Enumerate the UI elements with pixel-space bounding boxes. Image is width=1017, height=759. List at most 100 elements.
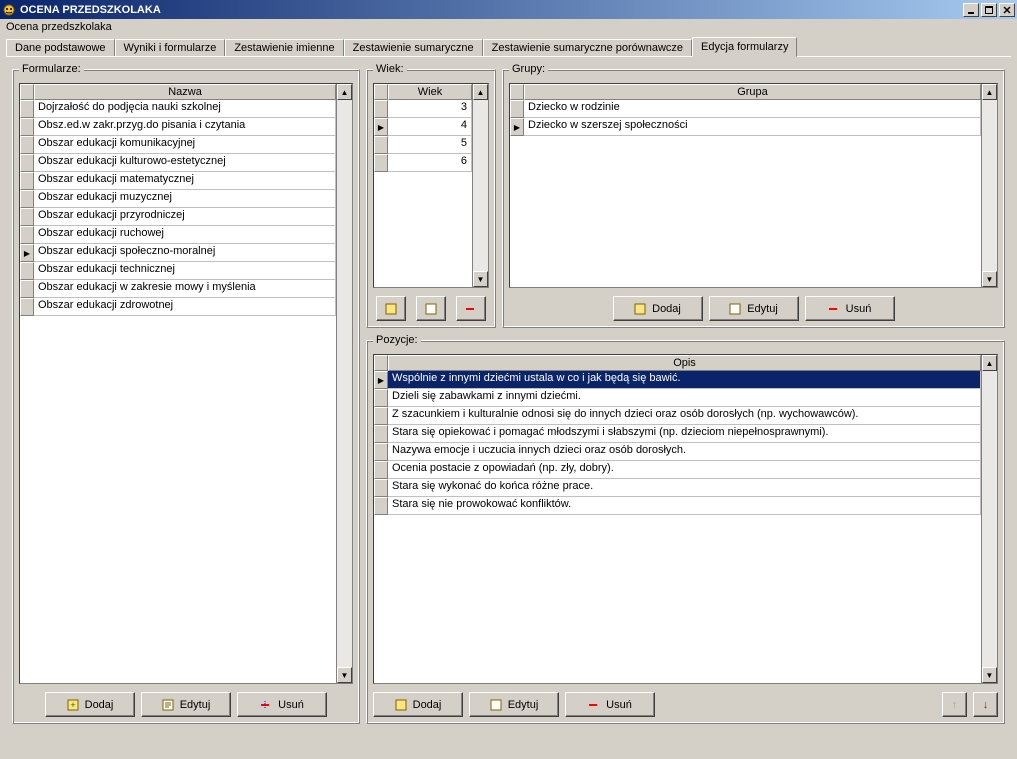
- scrollbar-pozycje[interactable]: ▲ ▼: [981, 355, 997, 683]
- table-row[interactable]: Stara się wykonać do końca różne prace.: [374, 479, 981, 497]
- cell: Obszar edukacji technicznej: [34, 262, 336, 280]
- add-icon: +: [67, 699, 79, 711]
- row-indicator: [20, 100, 34, 118]
- arrow-up-icon: ↑: [952, 699, 958, 711]
- dodaj-button[interactable]: [376, 296, 406, 321]
- panel-formularze: Formularze: Nazwa Dojrzałość do podjęcia…: [12, 63, 360, 724]
- table-row[interactable]: Stara się nie prowokować konfliktów.: [374, 497, 981, 515]
- cell: Obszar edukacji muzycznej: [34, 190, 336, 208]
- table-row[interactable]: Obszar edukacji komunikacyjnej: [20, 136, 336, 154]
- move-down-button[interactable]: ↓: [973, 692, 998, 717]
- cell: Obszar edukacji komunikacyjnej: [34, 136, 336, 154]
- cell: Stara się wykonać do końca różne prace.: [388, 479, 981, 497]
- panel-grupy-legend: Grupy:: [509, 63, 548, 75]
- scroll-down-button[interactable]: ▼: [982, 271, 997, 287]
- table-row[interactable]: Obszar edukacji w zakresie mowy i myślen…: [20, 280, 336, 298]
- usun-button[interactable]: [456, 296, 486, 321]
- cell: Nazywa emocje i uczucia innych dzieci or…: [388, 443, 981, 461]
- scroll-down-button[interactable]: ▼: [473, 271, 488, 287]
- grid-formularze[interactable]: Nazwa Dojrzałość do podjęcia nauki szkol…: [19, 83, 353, 684]
- scrollbar-formularze[interactable]: ▲ ▼: [336, 84, 352, 683]
- scroll-up-button[interactable]: ▲: [337, 84, 352, 100]
- row-indicator: [374, 371, 388, 389]
- edytuj-button[interactable]: Edytuj: [469, 692, 559, 717]
- table-row[interactable]: Wspólnie z innymi dziećmi ustala w co i …: [374, 371, 981, 389]
- scrollbar-grupy[interactable]: ▲ ▼: [981, 84, 997, 287]
- dodaj-button[interactable]: +Dodaj: [45, 692, 135, 717]
- table-row[interactable]: 4: [374, 118, 472, 136]
- row-indicator: [374, 497, 388, 515]
- minimize-button[interactable]: [963, 3, 979, 17]
- table-row[interactable]: Dzieli się zabawkami z innymi dziećmi.: [374, 389, 981, 407]
- table-row[interactable]: Dziecko w rodzinie: [510, 100, 981, 118]
- move-up-button[interactable]: ↑: [942, 692, 967, 717]
- column-header-grupa[interactable]: Grupa: [524, 84, 981, 100]
- row-indicator: [374, 461, 388, 479]
- column-header-nazwa[interactable]: Nazwa: [34, 84, 336, 100]
- cell: Dziecko w rodzinie: [524, 100, 981, 118]
- column-header-opis[interactable]: Opis: [388, 355, 981, 371]
- delete-icon: [828, 303, 840, 315]
- cell: Wspólnie z innymi dziećmi ustala w co i …: [388, 371, 981, 389]
- tab-zestawienie-sumaryczne-porownawcze[interactable]: Zestawienie sumaryczne porównawcze: [483, 39, 692, 56]
- table-row[interactable]: Obszar edukacji matematycznej: [20, 172, 336, 190]
- dodaj-button[interactable]: Dodaj: [613, 296, 703, 321]
- table-row[interactable]: Obszar edukacji kulturowo-estetycznej: [20, 154, 336, 172]
- app-icon: [2, 3, 16, 17]
- cell: Dzieli się zabawkami z innymi dziećmi.: [388, 389, 981, 407]
- tab-zestawienie-imienne[interactable]: Zestawienie imienne: [225, 39, 343, 56]
- table-row[interactable]: Obszar edukacji muzycznej: [20, 190, 336, 208]
- dodaj-button[interactable]: Dodaj: [373, 692, 463, 717]
- tab-dane-podstawowe[interactable]: Dane podstawowe: [6, 39, 115, 56]
- table-row[interactable]: Obszar edukacji ruchowej: [20, 226, 336, 244]
- grid-wiek[interactable]: Wiek 3456 ▲ ▼: [373, 83, 489, 288]
- row-indicator: [20, 190, 34, 208]
- row-indicator: [374, 407, 388, 425]
- table-row[interactable]: Dojrzałość do podjęcia nauki szkolnej: [20, 100, 336, 118]
- table-row[interactable]: Stara się opiekować i pomagać młodszymi …: [374, 425, 981, 443]
- table-row[interactable]: Nazywa emocje i uczucia innych dzieci or…: [374, 443, 981, 461]
- scroll-up-button[interactable]: ▲: [982, 355, 997, 371]
- row-indicator: [374, 389, 388, 407]
- table-row[interactable]: Obszar edukacji przyrodniczej: [20, 208, 336, 226]
- scroll-up-button[interactable]: ▲: [473, 84, 488, 100]
- table-row[interactable]: Ocenia postacie z opowiadań (np. zły, do…: [374, 461, 981, 479]
- edit-icon: [425, 303, 437, 315]
- tab-edycja-formularzy[interactable]: Edycja formularzy: [692, 37, 797, 57]
- table-row[interactable]: Obszar edukacji technicznej: [20, 262, 336, 280]
- table-row[interactable]: Z szacunkiem i kulturalnie odnosi się do…: [374, 407, 981, 425]
- row-indicator: [510, 118, 524, 136]
- maximize-button[interactable]: [981, 3, 997, 17]
- cell: 4: [388, 118, 472, 136]
- table-row[interactable]: 3: [374, 100, 472, 118]
- column-header-wiek[interactable]: Wiek: [388, 84, 472, 100]
- edit-icon: [490, 699, 502, 711]
- cell: 5: [388, 136, 472, 154]
- table-row[interactable]: Obszar edukacji zdrowotnej: [20, 298, 336, 316]
- panel-wiek: Wiek: Wiek 3456 ▲ ▼: [366, 63, 496, 328]
- close-button[interactable]: [999, 3, 1015, 17]
- table-row[interactable]: 5: [374, 136, 472, 154]
- tab-wyniki-i-formularze[interactable]: Wyniki i formularze: [115, 39, 226, 56]
- scrollbar-wiek[interactable]: ▲ ▼: [472, 84, 488, 287]
- table-row[interactable]: 6: [374, 154, 472, 172]
- usun-button[interactable]: Usuń: [237, 692, 327, 717]
- table-row[interactable]: Dziecko w szerszej społeczności: [510, 118, 981, 136]
- tab-strip: Dane podstawowe Wyniki i formularze Zest…: [0, 35, 1017, 56]
- usun-button[interactable]: Usuń: [565, 692, 655, 717]
- grid-grupy[interactable]: Grupa Dziecko w rodzinieDziecko w szersz…: [509, 83, 998, 288]
- cell: 3: [388, 100, 472, 118]
- grid-pozycje[interactable]: Opis Wspólnie z innymi dziećmi ustala w …: [373, 354, 998, 684]
- edytuj-button[interactable]: Edytuj: [709, 296, 799, 321]
- table-row[interactable]: Obsz.ed.w zakr.przyg.do pisania i czytan…: [20, 118, 336, 136]
- table-row[interactable]: Obszar edukacji społeczno-moralnej: [20, 244, 336, 262]
- edit-icon: [162, 699, 174, 711]
- usun-button[interactable]: Usuń: [805, 296, 895, 321]
- scroll-down-button[interactable]: ▼: [982, 667, 997, 683]
- edytuj-button[interactable]: [416, 296, 446, 321]
- scroll-down-button[interactable]: ▼: [337, 667, 352, 683]
- tab-zestawienie-sumaryczne[interactable]: Zestawienie sumaryczne: [344, 39, 483, 56]
- scroll-up-button[interactable]: ▲: [982, 84, 997, 100]
- edytuj-button[interactable]: Edytuj: [141, 692, 231, 717]
- window-title: OCENA PRZEDSZKOLAKA: [20, 4, 961, 16]
